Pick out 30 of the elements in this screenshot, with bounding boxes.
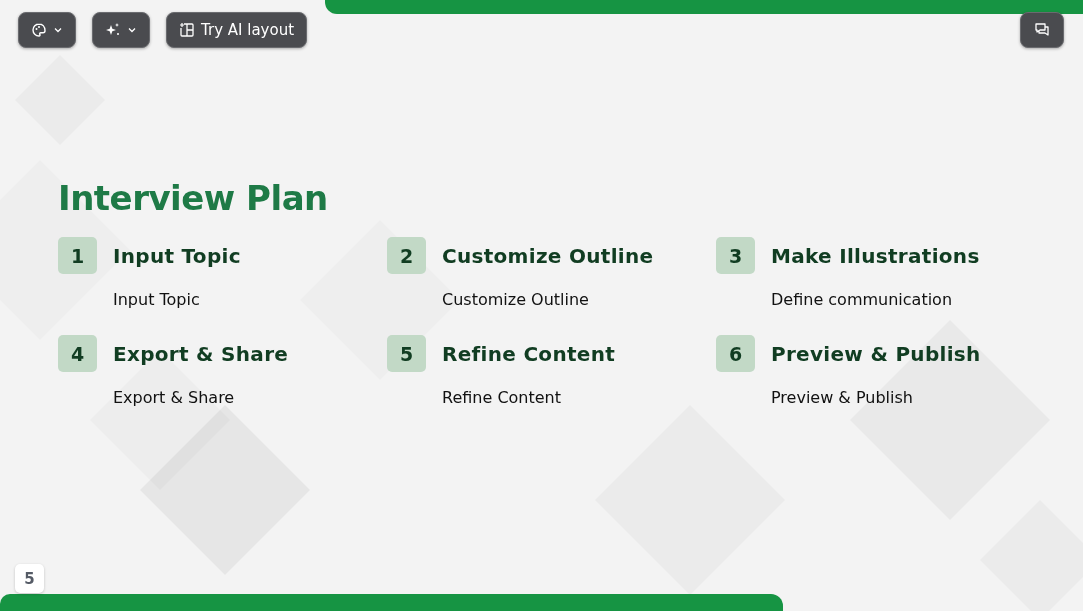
ai-magic-button[interactable]	[92, 12, 150, 48]
step-heading: Customize Outline	[442, 243, 655, 268]
sparkle-icon	[105, 22, 121, 38]
step-description: Define communication	[771, 290, 954, 309]
slide-title: Interview Plan	[58, 178, 329, 218]
step-number: 6	[716, 335, 755, 372]
step-heading: Preview & Publish	[771, 341, 982, 366]
step-heading: Input Topic	[113, 243, 242, 268]
palette-icon	[31, 22, 47, 38]
comments-button[interactable]	[1020, 12, 1064, 48]
theme-button[interactable]	[18, 12, 76, 48]
try-ai-layout-button[interactable]: Try AI layout	[166, 12, 308, 48]
step-number: 2	[387, 237, 426, 274]
step-heading: Refine Content	[442, 341, 617, 366]
chat-icon	[1034, 22, 1050, 38]
step-heading: Export & Share	[113, 341, 290, 366]
step-heading: Make Illustrations	[771, 243, 981, 268]
chevron-down-icon	[127, 25, 137, 35]
step-number: 1	[58, 237, 97, 274]
step-number: 3	[716, 237, 755, 274]
step-description: Refine Content	[442, 388, 563, 407]
step-number: 4	[58, 335, 97, 372]
page-number: 5	[15, 564, 44, 593]
step-description: Export & Share	[113, 388, 236, 407]
step-description: Input Topic	[113, 290, 201, 309]
layout-icon	[179, 22, 195, 38]
step-description: Customize Outline	[442, 290, 590, 309]
chevron-down-icon	[53, 25, 63, 35]
step-description: Preview & Publish	[771, 388, 914, 407]
step-number: 5	[387, 335, 426, 372]
